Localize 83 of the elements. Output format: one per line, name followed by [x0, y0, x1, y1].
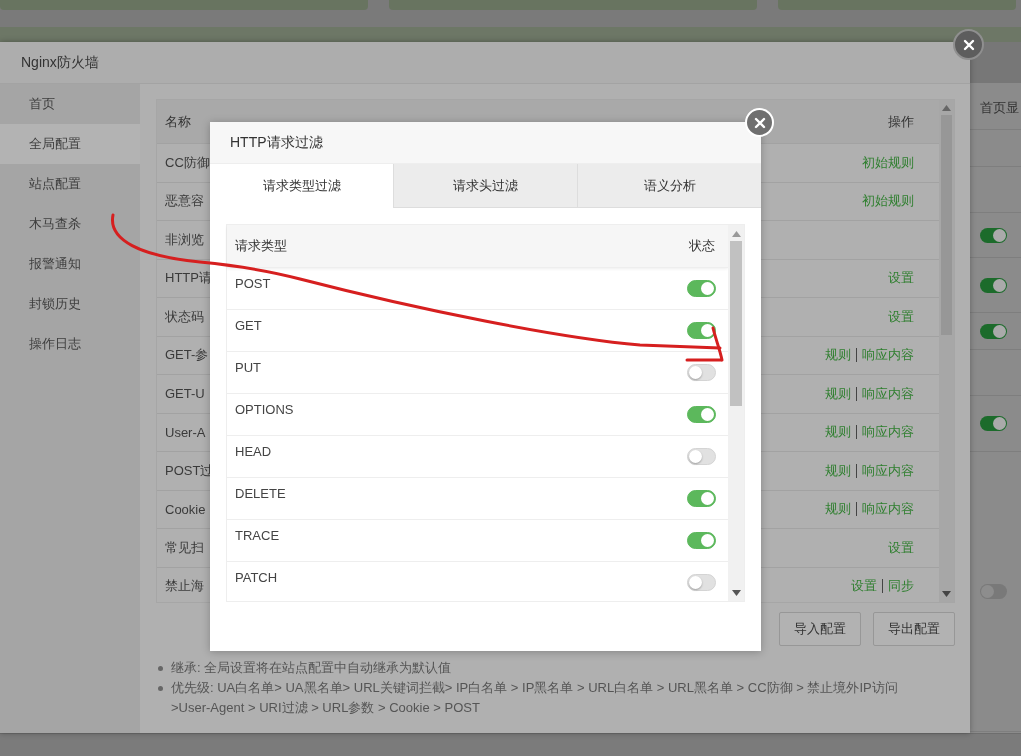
scroll-up-icon[interactable] — [942, 105, 951, 111]
method-name: OPTIONS — [235, 401, 294, 417]
bullet-icon — [158, 666, 163, 671]
toggle-switch[interactable] — [687, 406, 716, 423]
window-title: Nginx防火墙 — [0, 42, 970, 84]
action-link[interactable]: 设置 — [851, 577, 877, 596]
toggle-switch[interactable] — [687, 322, 716, 339]
method-name: DELETE — [235, 485, 286, 501]
scroll-up-icon[interactable] — [731, 231, 741, 237]
column-header: 操作 — [888, 112, 914, 131]
column-header: 请求类型 — [235, 237, 287, 255]
toggle-switch[interactable] — [980, 227, 1007, 243]
action-link[interactable]: 规则 — [825, 346, 851, 365]
rule-name: 非浏览 — [165, 230, 204, 249]
method-name: POST — [235, 275, 271, 291]
action-link[interactable]: 规则 — [825, 500, 851, 519]
action-link[interactable]: 规则 — [825, 423, 851, 442]
scrollbar[interactable] — [939, 100, 954, 602]
scroll-down-icon[interactable] — [731, 590, 741, 596]
rule-name: 状态码 — [165, 307, 204, 326]
note-text: 继承: 全局设置将在站点配置中自动继承为默认值 — [171, 659, 452, 677]
rule-name: HTTP请 — [165, 269, 212, 288]
sidebar-item[interactable]: 封锁历史 — [0, 284, 140, 324]
toggle-switch[interactable] — [687, 280, 716, 297]
action-link[interactable]: 初始规则 — [862, 153, 914, 172]
rule-name: User-A — [165, 424, 206, 440]
method-name: TRACE — [235, 527, 280, 543]
sidebar-item[interactable]: 站点配置 — [0, 164, 140, 204]
separator — [856, 502, 857, 517]
method-name: PATCH — [235, 569, 278, 585]
toggle-switch[interactable] — [687, 574, 716, 591]
scroll-down-icon[interactable] — [942, 591, 951, 597]
action-link[interactable]: 响应内容 — [862, 346, 914, 365]
action-link[interactable]: 响应内容 — [862, 461, 914, 480]
rule-name: 恶意容 — [165, 192, 204, 211]
sidebar-item[interactable]: 全局配置 — [0, 124, 140, 164]
toggle-switch[interactable] — [687, 364, 716, 381]
sidebar-item[interactable]: 操作日志 — [0, 324, 140, 364]
sidebar-item[interactable]: 木马查杀 — [0, 204, 140, 244]
column-header: 状态 — [689, 237, 715, 255]
action-link[interactable]: 设置 — [888, 538, 914, 557]
action-link[interactable]: 规则 — [825, 461, 851, 480]
config-button[interactable]: 导出配置 — [873, 612, 955, 646]
toggle-switch[interactable] — [687, 448, 716, 465]
separator — [856, 425, 857, 440]
rule-name: GET-U — [165, 386, 205, 402]
tab[interactable]: 语义分析 — [577, 164, 761, 208]
action-link[interactable]: 设置 — [888, 307, 914, 326]
sidebar-item[interactable]: 首页 — [0, 84, 140, 124]
bullet-icon — [158, 686, 163, 691]
close-icon — [962, 38, 975, 51]
rule-name: 常见扫 — [165, 538, 204, 557]
method-name: HEAD — [235, 443, 272, 459]
rule-name: CC防御 — [165, 153, 210, 172]
action-link[interactable]: 同步 — [888, 577, 914, 596]
scrollbar[interactable] — [728, 225, 744, 601]
separator — [856, 348, 857, 363]
toggle-switch[interactable] — [980, 416, 1007, 431]
separator — [856, 386, 857, 401]
dialog-title: HTTP请求过滤 — [210, 122, 761, 164]
toggle-switch[interactable] — [687, 532, 716, 549]
note-text: 优先级: UA白名单> UA黑名单> URL关键词拦截> IP白名单 > IP黑名单 > URL白名单 > URL黑名单 > CC防御 > 禁止境外IP访问 >User-Agent > URI过滤 > URL参数 > Cookie > POST — [171, 679, 899, 717]
separator — [882, 579, 883, 594]
action-link[interactable]: 响应内容 — [862, 423, 914, 442]
action-link[interactable]: 响应内容 — [862, 384, 914, 403]
toggle-switch[interactable] — [980, 277, 1007, 293]
action-link[interactable]: 设置 — [888, 269, 914, 288]
action-link[interactable]: 规则 — [825, 384, 851, 403]
method-name: GET — [235, 317, 262, 333]
rule-name: GET-参 — [165, 346, 209, 365]
close-icon — [753, 116, 766, 129]
column-header: 名称 — [165, 112, 191, 131]
toggle-switch[interactable] — [687, 490, 716, 507]
action-link[interactable]: 响应内容 — [862, 500, 914, 519]
separator — [856, 463, 857, 478]
toggle-switch[interactable] — [980, 323, 1007, 339]
method-name: PUT — [235, 359, 261, 375]
rule-name: 禁止海 — [165, 577, 204, 596]
action-link[interactable]: 初始规则 — [862, 192, 914, 211]
sidebar-item[interactable]: 报警通知 — [0, 244, 140, 284]
rule-name: Cookie — [165, 501, 206, 517]
config-button[interactable]: 导入配置 — [779, 612, 861, 646]
tab[interactable]: 请求头过滤 — [393, 164, 577, 208]
